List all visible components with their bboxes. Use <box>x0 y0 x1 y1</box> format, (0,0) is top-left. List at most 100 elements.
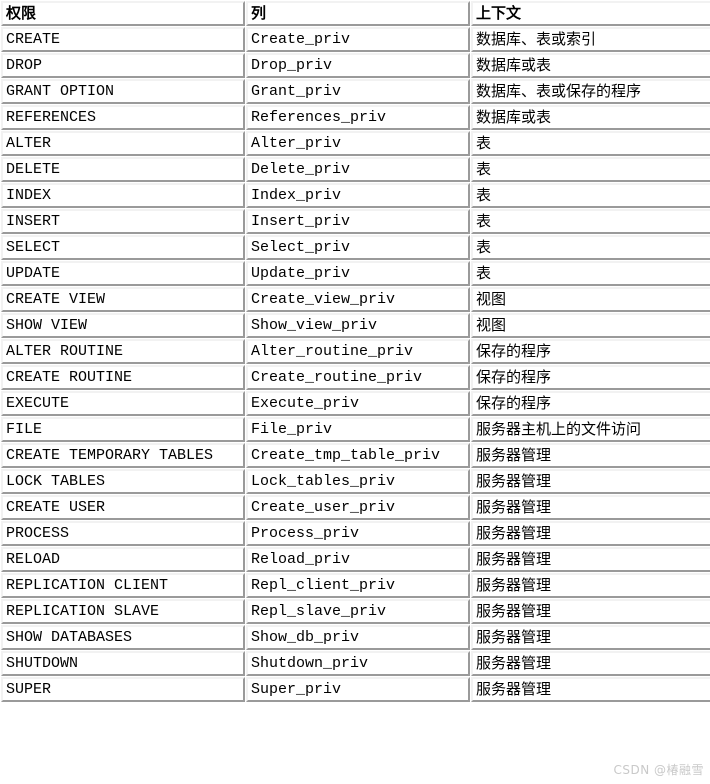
table-row: SELECT Select_priv 表 <box>1 235 710 260</box>
table-row: ALTER Alter_priv 表 <box>1 131 710 156</box>
cell-column: Insert_priv <box>246 209 470 234</box>
table-row: LOCK TABLES Lock_tables_priv 服务器管理 <box>1 469 710 494</box>
cell-privilege: CREATE TEMPORARY TABLES <box>1 443 245 468</box>
table-row: FILE File_priv 服务器主机上的文件访问 <box>1 417 710 442</box>
table-row: EXECUTE Execute_priv 保存的程序 <box>1 391 710 416</box>
cell-privilege: INSERT <box>1 209 245 234</box>
cell-privilege: FILE <box>1 417 245 442</box>
table-row: DELETE Delete_priv 表 <box>1 157 710 182</box>
table-row: CREATE TEMPORARY TABLES Create_tmp_table_… <box>1 443 710 468</box>
cell-column: Select_priv <box>246 235 470 260</box>
cell-context: 保存的程序 <box>471 365 710 390</box>
cell-privilege: SELECT <box>1 235 245 260</box>
cell-privilege: RELOAD <box>1 547 245 572</box>
table-row: REPLICATION CLIENT Repl_client_priv 服务器管理 <box>1 573 710 598</box>
cell-column: Super_priv <box>246 677 470 702</box>
column-header-context: 上下文 <box>471 1 710 26</box>
cell-column: Grant_priv <box>246 79 470 104</box>
cell-column: Drop_priv <box>246 53 470 78</box>
cell-column: Lock_tables_priv <box>246 469 470 494</box>
table-row: INDEX Index_priv 表 <box>1 183 710 208</box>
cell-column: File_priv <box>246 417 470 442</box>
cell-privilege: CREATE VIEW <box>1 287 245 312</box>
table-header: 权限 列 上下文 <box>1 1 710 26</box>
cell-context: 服务器主机上的文件访问 <box>471 417 710 442</box>
cell-privilege: ALTER <box>1 131 245 156</box>
cell-column: Create_tmp_table_priv <box>246 443 470 468</box>
cell-privilege: GRANT OPTION <box>1 79 245 104</box>
cell-column: Process_priv <box>246 521 470 546</box>
table-row: CREATE VIEW Create_view_priv 视图 <box>1 287 710 312</box>
table-body: CREATE Create_priv 数据库、表或索引 DROP Drop_priv 数据… <box>1 27 710 702</box>
cell-context: 服务器管理 <box>471 547 710 572</box>
cell-column: Alter_routine_priv <box>246 339 470 364</box>
table-row: REFERENCES References_priv 数据库或表 <box>1 105 710 130</box>
cell-column: Show_db_priv <box>246 625 470 650</box>
table-header-row: 权限 列 上下文 <box>1 1 710 26</box>
table-row: PROCESS Process_priv 服务器管理 <box>1 521 710 546</box>
cell-context: 视图 <box>471 287 710 312</box>
table-row: CREATE Create_priv 数据库、表或索引 <box>1 27 710 52</box>
cell-privilege: UPDATE <box>1 261 245 286</box>
cell-privilege: ALTER ROUTINE <box>1 339 245 364</box>
table-row: SHOW VIEW Show_view_priv 视图 <box>1 313 710 338</box>
cell-context: 服务器管理 <box>471 495 710 520</box>
cell-privilege: EXECUTE <box>1 391 245 416</box>
cell-context: 服务器管理 <box>471 573 710 598</box>
cell-context: 服务器管理 <box>471 651 710 676</box>
cell-column: References_priv <box>246 105 470 130</box>
cell-context: 表 <box>471 235 710 260</box>
cell-privilege: SUPER <box>1 677 245 702</box>
cell-privilege: DELETE <box>1 157 245 182</box>
cell-context: 服务器管理 <box>471 677 710 702</box>
table-row: CREATE USER Create_user_priv 服务器管理 <box>1 495 710 520</box>
table-row: DROP Drop_priv 数据库或表 <box>1 53 710 78</box>
cell-context: 保存的程序 <box>471 339 710 364</box>
cell-context: 服务器管理 <box>471 469 710 494</box>
table-row: RELOAD Reload_priv 服务器管理 <box>1 547 710 572</box>
table-row: SHUTDOWN Shutdown_priv 服务器管理 <box>1 651 710 676</box>
cell-context: 数据库或表 <box>471 53 710 78</box>
cell-context: 数据库或表 <box>471 105 710 130</box>
cell-privilege: REPLICATION SLAVE <box>1 599 245 624</box>
cell-context: 数据库、表或索引 <box>471 27 710 52</box>
cell-context: 数据库、表或保存的程序 <box>471 79 710 104</box>
table-row: SHOW DATABASES Show_db_priv 服务器管理 <box>1 625 710 650</box>
table-row: CREATE ROUTINE Create_routine_priv 保存的程序 <box>1 365 710 390</box>
cell-privilege: REPLICATION CLIENT <box>1 573 245 598</box>
cell-column: Alter_priv <box>246 131 470 156</box>
cell-privilege: SHOW DATABASES <box>1 625 245 650</box>
cell-context: 视图 <box>471 313 710 338</box>
cell-column: Show_view_priv <box>246 313 470 338</box>
cell-context: 表 <box>471 183 710 208</box>
cell-context: 服务器管理 <box>471 443 710 468</box>
cell-context: 表 <box>471 261 710 286</box>
cell-context: 表 <box>471 209 710 234</box>
column-header-privilege: 权限 <box>1 1 245 26</box>
cell-privilege: LOCK TABLES <box>1 469 245 494</box>
cell-column: Create_priv <box>246 27 470 52</box>
table-row: GRANT OPTION Grant_priv 数据库、表或保存的程序 <box>1 79 710 104</box>
cell-column: Create_view_priv <box>246 287 470 312</box>
cell-context: 服务器管理 <box>471 599 710 624</box>
table-row: REPLICATION SLAVE Repl_slave_priv 服务器管理 <box>1 599 710 624</box>
cell-privilege: PROCESS <box>1 521 245 546</box>
cell-column: Create_user_priv <box>246 495 470 520</box>
cell-column: Create_routine_priv <box>246 365 470 390</box>
cell-column: Repl_slave_priv <box>246 599 470 624</box>
cell-column: Execute_priv <box>246 391 470 416</box>
cell-privilege: CREATE <box>1 27 245 52</box>
cell-context: 表 <box>471 157 710 182</box>
cell-column: Index_priv <box>246 183 470 208</box>
cell-column: Update_priv <box>246 261 470 286</box>
cell-context: 保存的程序 <box>471 391 710 416</box>
cell-privilege: INDEX <box>1 183 245 208</box>
table-row: UPDATE Update_priv 表 <box>1 261 710 286</box>
table-row: SUPER Super_priv 服务器管理 <box>1 677 710 702</box>
csdn-watermark: CSDN @椿融雪 <box>613 763 704 777</box>
cell-privilege: SHUTDOWN <box>1 651 245 676</box>
column-header-column: 列 <box>246 1 470 26</box>
cell-privilege: CREATE ROUTINE <box>1 365 245 390</box>
cell-privilege: DROP <box>1 53 245 78</box>
table-row: INSERT Insert_priv 表 <box>1 209 710 234</box>
